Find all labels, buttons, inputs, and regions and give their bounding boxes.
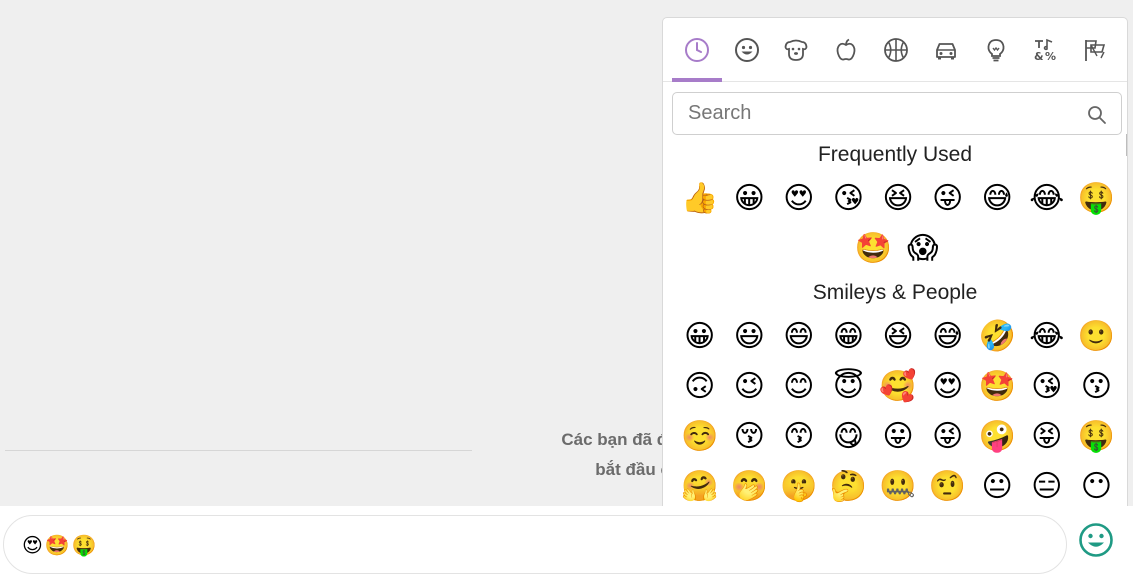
emoji-item[interactable]: 😁 <box>824 312 874 362</box>
emoji-item[interactable]: 😜 <box>923 412 973 462</box>
emoji-item[interactable]: 😇 <box>824 362 874 412</box>
lightbulb-icon <box>987 39 1005 62</box>
smiley-icon <box>734 38 759 62</box>
emoji-item[interactable]: 😑 <box>1022 462 1072 506</box>
emoji-item[interactable]: 😘 <box>1022 362 1072 412</box>
emoji-search <box>672 92 1122 135</box>
emoji-item[interactable]: 😋 <box>824 412 874 462</box>
emoji-item[interactable]: 😃 <box>724 312 774 362</box>
emoji-item[interactable]: 🤗 <box>675 462 725 506</box>
emoji-item[interactable]: 😍 <box>774 174 824 224</box>
emoji-item[interactable]: 😚 <box>724 412 774 462</box>
car-icon <box>935 43 956 60</box>
emoji-item[interactable]: 😙 <box>774 412 824 462</box>
emoji-item[interactable]: 😆 <box>873 312 923 362</box>
emoji-item[interactable]: 😘 <box>824 174 874 224</box>
emoji-item[interactable]: 🤨 <box>923 462 973 506</box>
emoji-item[interactable]: 😄 <box>774 312 824 362</box>
tab-animals[interactable] <box>772 18 822 82</box>
emoji-item[interactable]: 🤑 <box>1072 174 1122 224</box>
emoji-item[interactable]: 😊 <box>774 362 824 412</box>
divider-line <box>5 450 472 451</box>
dog-icon <box>785 39 808 61</box>
emoji-item[interactable]: 🤩 <box>972 362 1022 412</box>
emoji-item[interactable]: 😉 <box>724 362 774 412</box>
emoji-item[interactable]: 🤑 <box>1072 412 1122 462</box>
system-message-line-1: Các bạn đã được kê <box>561 430 678 449</box>
emoji-item[interactable]: 😜 <box>923 174 973 224</box>
tab-objects[interactable] <box>971 18 1021 82</box>
message-input[interactable]: 😍 🤩 🤑 <box>3 515 1067 574</box>
clock-icon <box>684 38 709 62</box>
emoji-picker: &% Frequently Used 👍😀😍😘😆😜😅😂🤑🤩😱 Smileys &… <box>662 17 1128 506</box>
emoji-item[interactable]: 🤩 <box>848 224 898 274</box>
input-emoji: 🤩 <box>44 532 70 557</box>
smileys-grid: 😀 😃 😄 😁 😆 😅 🤣 😂 🙂 🙃 😉 😊 😇 🥰 😍 🤩 😘 😗 ☺️ 😚 😙 😋 😛 😜 🤪 😝 🤑 🤗 🤭 🤫 🤔 🤐 🤨 😐 😑 😶 <box>673 312 1123 506</box>
svg-text:&: & <box>1034 50 1044 63</box>
emoji-category-tabs: &% <box>663 18 1127 82</box>
emoji-item[interactable]: 😀 <box>724 174 774 224</box>
emoji-item[interactable]: 😝 <box>1022 412 1072 462</box>
emoji-item[interactable]: 😗 <box>1072 362 1122 412</box>
basketball-icon <box>884 38 908 62</box>
symbols-icon: &% <box>1034 38 1057 63</box>
message-composer: 😍 🤩 🤑 <box>0 506 1133 586</box>
search-input[interactable] <box>688 102 1078 125</box>
apple-icon <box>836 38 856 61</box>
system-message: Các bạn đã được kê bắt đầu cuộ <box>478 425 678 485</box>
emoji-item[interactable]: 🤔 <box>824 462 874 506</box>
tab-food[interactable] <box>821 18 871 82</box>
emoji-item[interactable]: 🤫 <box>774 462 824 506</box>
emoji-item[interactable]: 😱 <box>898 224 948 274</box>
emoji-item[interactable]: ☺️ <box>675 412 725 462</box>
flags-icon <box>1085 40 1106 61</box>
emoji-item[interactable]: 🙂 <box>1072 312 1122 362</box>
search-icon[interactable] <box>1087 105 1107 125</box>
emoji-item[interactable]: 😅 <box>972 174 1022 224</box>
emoji-item[interactable]: 😐 <box>972 462 1022 506</box>
emoji-item[interactable]: 😂 <box>1022 312 1072 362</box>
tab-recent[interactable] <box>672 18 722 82</box>
emoji-item[interactable]: 🥰 <box>873 362 923 412</box>
emoji-item[interactable]: 👍 <box>675 174 725 224</box>
tab-symbols[interactable]: &% <box>1021 18 1071 82</box>
emoji-item[interactable]: 🤭 <box>724 462 774 506</box>
tab-travel[interactable] <box>921 18 971 82</box>
emoji-item[interactable]: 🤐 <box>873 462 923 506</box>
emoji-item[interactable]: 😂 <box>1022 174 1072 224</box>
emoji-item[interactable]: 😛 <box>873 412 923 462</box>
smileys-title: Smileys & People <box>812 281 978 304</box>
emoji-item[interactable]: 😆 <box>873 174 923 224</box>
emoji-button-icon[interactable] <box>1078 522 1114 558</box>
input-emoji: 🤑 <box>71 532 97 557</box>
tab-smileys[interactable] <box>722 18 772 82</box>
tab-activity[interactable] <box>871 18 921 82</box>
frequently-used-title: Frequently Used <box>817 143 973 166</box>
emoji-item[interactable]: 😍 <box>923 362 973 412</box>
frequently-used-grid: 👍 😀 😍 😘 😆 😜 😅 😂 🤑 🤩 😱 <box>673 174 1123 274</box>
svg-text:%: % <box>1045 50 1056 63</box>
system-message-line-2: bắt đầu cuộ <box>595 460 678 479</box>
input-emoji: 😍 <box>22 532 43 557</box>
emoji-item[interactable]: 😶 <box>1072 462 1122 506</box>
emoji-item[interactable]: 😀 <box>675 312 725 362</box>
tab-flags[interactable] <box>1070 18 1120 82</box>
emoji-item[interactable]: 🤪 <box>972 412 1022 462</box>
emoji-item[interactable]: 🤣 <box>972 312 1022 362</box>
emoji-item[interactable]: 🙃 <box>675 362 725 412</box>
emoji-item[interactable]: 😅 <box>923 312 973 362</box>
